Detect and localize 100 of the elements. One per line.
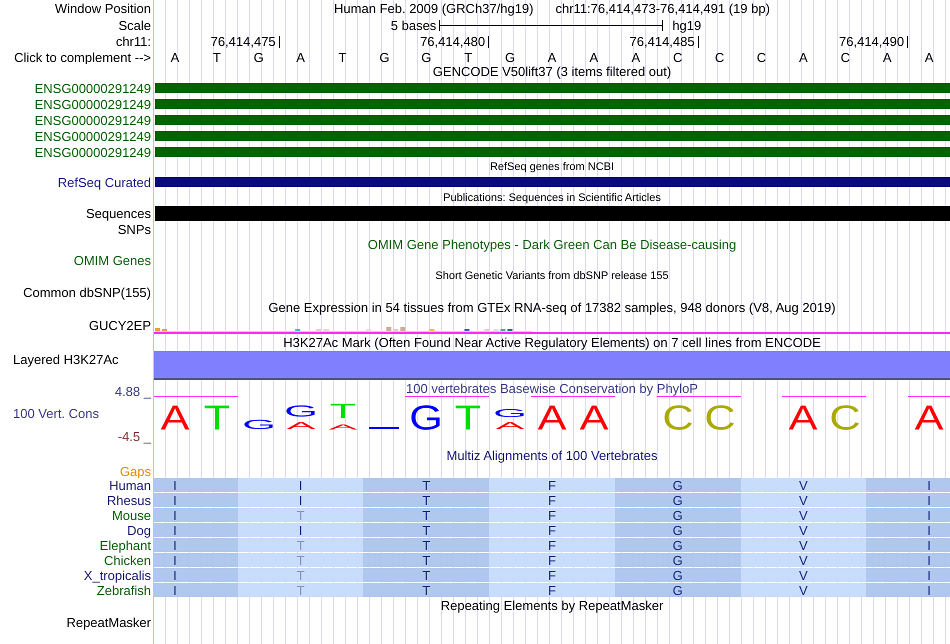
- base-letter: C: [714, 50, 726, 64]
- amino-acid-cell: I: [154, 553, 238, 567]
- track-label[interactable]: ENSG00000291249: [34, 80, 151, 96]
- base-letter: A: [924, 50, 934, 64]
- conservation-base-letter: A: [160, 398, 190, 437]
- track-label[interactable]: ENSG00000291249: [34, 144, 151, 160]
- feature-bar[interactable]: [155, 115, 950, 125]
- track-label[interactable]: Chicken: [104, 553, 151, 568]
- amino-acid-cell: T: [238, 553, 364, 567]
- track-title: Publications: Sequences in Scientific Articles: [443, 190, 661, 204]
- track-label[interactable]: Layered H3K27Ac: [13, 352, 119, 367]
- conservation-base-letter: G: [284, 402, 318, 420]
- amino-acid-cell: T: [363, 493, 490, 507]
- track-title: OMIM Gene Phenotypes - Dark Green Can Be Disease-causing: [368, 238, 736, 252]
- amino-acid-cell: G: [614, 508, 741, 522]
- track-label[interactable]: ENSG00000291249: [34, 112, 151, 128]
- track-label[interactable]: Mouse: [112, 508, 151, 523]
- feature-bar[interactable]: [155, 99, 950, 109]
- track-label[interactable]: Rhesus: [106, 493, 151, 508]
- amino-acid-cell: V: [740, 478, 866, 492]
- amino-acid-cell: T: [363, 568, 490, 582]
- amino-acid-cell: I: [238, 493, 364, 507]
- conservation-base-letter: C: [662, 398, 694, 437]
- amino-acid-cell: T: [363, 583, 490, 597]
- amino-acid-cell: F: [489, 583, 615, 597]
- expression-bar: [386, 327, 392, 331]
- amino-acid-cell: G: [614, 553, 741, 567]
- amino-acid-cell: I: [238, 478, 364, 492]
- base-letter: A: [295, 50, 306, 64]
- expression-bar: [400, 327, 406, 331]
- amino-acid-cell: I: [866, 508, 950, 522]
- assembly-name: Human Feb. 2009 (GRCh37/hg19): [334, 1, 534, 16]
- feature-bar[interactable]: [155, 177, 950, 187]
- conservation-base-letter: G: [242, 416, 276, 432]
- axis-min-label: -4.5 _: [118, 429, 151, 444]
- feature-bar[interactable]: [155, 147, 950, 157]
- conservation-base-letter: A: [286, 420, 316, 432]
- track-label[interactable]: Zebrafish: [96, 583, 151, 598]
- base-letter: T: [463, 50, 474, 64]
- amino-acid-cell: F: [489, 478, 615, 492]
- ruler-position-label: 76,414,490: [839, 36, 908, 48]
- conservation-base-letter: A: [788, 398, 818, 437]
- conservation-base-letter: T: [204, 398, 230, 437]
- expression-bar: [155, 328, 160, 331]
- track-label[interactable]: ENSG00000291249: [34, 96, 151, 112]
- base-letter: T: [212, 50, 222, 64]
- amino-acid-cell: I: [866, 493, 950, 507]
- amino-acid-cell: T: [363, 478, 490, 492]
- amino-acid-cell: I: [238, 523, 364, 537]
- amino-acid-cell: V: [740, 538, 866, 552]
- track-label[interactable]: Dog: [127, 523, 151, 538]
- conservation-base-letter: C: [704, 398, 736, 437]
- conservation-base-letter: C: [830, 398, 861, 437]
- conservation-base-letter: T: [329, 400, 356, 423]
- track-label[interactable]: Human: [109, 478, 151, 493]
- amino-acid-cell: T: [363, 508, 490, 522]
- track-title: GENCODE V50lift37 (3 items filtered out): [432, 65, 672, 79]
- amino-acid-cell: T: [363, 538, 490, 552]
- track-label[interactable]: OMIM Genes: [74, 253, 151, 268]
- amino-acid-cell: T: [363, 553, 490, 567]
- amino-acid-cell: T: [363, 523, 490, 537]
- base-letter: T: [338, 50, 348, 64]
- track-label[interactable]: X_tropicalis: [84, 568, 151, 583]
- amino-acid-cell: G: [614, 493, 741, 507]
- amino-acid-cell: F: [489, 538, 615, 552]
- track-label[interactable]: Common dbSNP(155): [23, 284, 151, 300]
- amino-acid-cell: T: [238, 583, 364, 597]
- conservation-base-letter: G: [493, 407, 527, 420]
- amino-acid-cell: F: [489, 553, 615, 567]
- feature-bar[interactable]: [155, 83, 950, 93]
- amino-acid-cell: F: [489, 568, 615, 582]
- conservation-base-letter: A: [538, 398, 566, 437]
- track-label[interactable]: ENSG00000291249: [34, 128, 151, 144]
- base-letter: G: [504, 50, 516, 64]
- track-label[interactable]: Elephant: [100, 538, 151, 553]
- conservation-base-letter: A: [496, 420, 524, 432]
- track-label[interactable]: 100 Vert. Cons: [13, 406, 99, 420]
- feature-bar[interactable]: [155, 131, 950, 141]
- track-label[interactable]: Sequences: [86, 206, 151, 220]
- base-letter: C: [756, 50, 768, 64]
- track-label[interactable]: GUCY2EP: [88, 318, 151, 332]
- row-label: Scale: [118, 18, 151, 32]
- track-title: Short Genetic Variants from dbSNP release 155: [435, 269, 669, 283]
- track-title: Gene Expression in 54 tissues from GTEx RNA-seq of 17382 samples, 948 donors (V8, Aug 2019): [268, 301, 836, 315]
- base-letter: A: [546, 50, 558, 64]
- base-letter: A: [588, 50, 600, 64]
- amino-acid-cell: F: [489, 493, 615, 507]
- base-letter: A: [798, 50, 809, 64]
- amino-acid-cell: I: [866, 583, 950, 597]
- track-label[interactable]: RepeatMasker: [66, 614, 151, 630]
- amino-acid-cell: I: [154, 568, 238, 582]
- track-label[interactable]: RefSeq Curated: [58, 174, 151, 190]
- complement-link[interactable]: Click to complement -->: [14, 50, 151, 64]
- row-label: Window Position: [54, 1, 151, 16]
- feature-bar[interactable]: [155, 206, 950, 221]
- track-label[interactable]: SNPs: [118, 222, 151, 236]
- base-letter: A: [170, 50, 180, 64]
- base-letter: G: [420, 50, 432, 64]
- amino-acid-cell: I: [866, 568, 950, 582]
- amino-acid-cell: G: [614, 538, 741, 552]
